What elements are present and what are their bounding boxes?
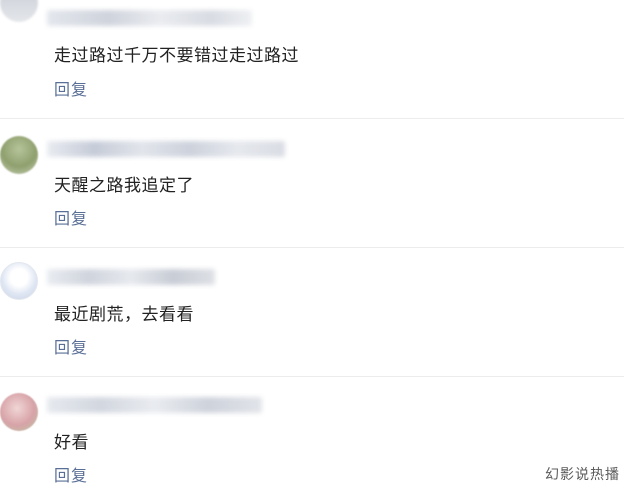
comment-text: 好看 [54, 433, 89, 453]
comment-text: 最近剧荒，去看看 [54, 305, 194, 325]
username-blurred [47, 269, 215, 285]
watermark: 幻影说热播 [545, 467, 620, 483]
comment-item: 天醒之路我追定了 回复 [0, 119, 624, 247]
username-blurred [47, 10, 252, 26]
comment-text: 走过路过千万不要错过走过路过 [54, 46, 299, 66]
username-blurred [47, 397, 262, 413]
timestamp-blurred [214, 142, 229, 163]
avatar[interactable] [0, 0, 38, 22]
reply-button[interactable]: 回复 [54, 76, 88, 100]
reply-button[interactable]: 回复 [54, 334, 88, 358]
reply-button[interactable]: 回复 [54, 205, 88, 229]
reply-button[interactable]: 回复 [54, 462, 88, 486]
comment-item: 走过路过千万不要错过走过路过 回复 [0, 0, 624, 118]
avatar[interactable] [0, 136, 38, 174]
comment-text: 天醒之路我追定了 [54, 176, 194, 196]
username-blurred [47, 141, 285, 157]
avatar[interactable] [0, 262, 38, 300]
comment-item: 好看 回复 [0, 377, 624, 495]
avatar[interactable] [0, 393, 38, 431]
comment-item: 最近剧荒，去看看 回复 [0, 248, 624, 376]
